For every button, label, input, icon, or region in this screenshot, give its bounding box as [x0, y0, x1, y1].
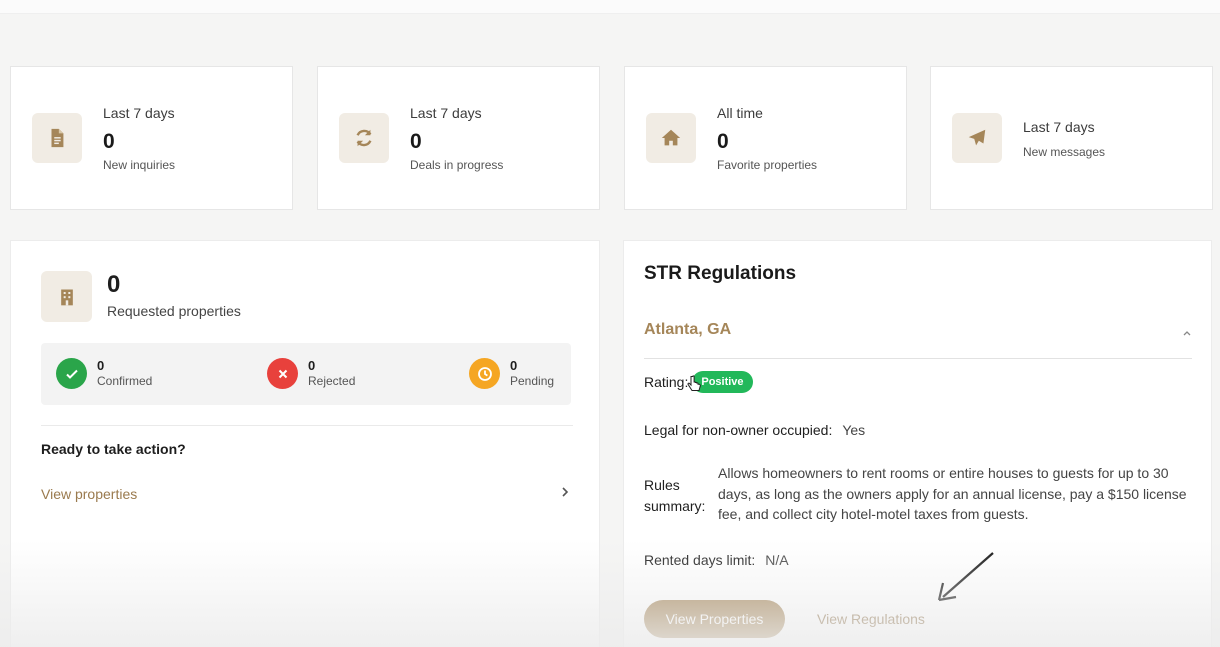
rules-label: Rules summary: [644, 477, 706, 514]
city-accordion-header[interactable]: Atlanta, GA [644, 321, 1192, 359]
status-label: Pending [510, 373, 555, 388]
str-title: STR Regulations [644, 263, 797, 284]
building-icon [41, 271, 92, 322]
rented-days-limit-row: Rented days limit: N/A [644, 552, 789, 568]
status-rejected: 0 Rejected [267, 358, 355, 389]
stat-caption: New inquiries [103, 158, 176, 172]
view-properties-button[interactable]: View Properties [644, 600, 785, 638]
stat-value: 0 [717, 130, 729, 153]
divider [41, 425, 573, 426]
stat-caption: New messages [1023, 145, 1106, 159]
view-properties-label[interactable]: View properties [41, 486, 137, 502]
requested-caption: Requested properties [107, 303, 241, 319]
status-count: 0 [510, 357, 518, 373]
top-bar [0, 0, 1220, 14]
city-name[interactable]: Atlanta, GA [644, 321, 731, 358]
stat-period: All time [717, 105, 763, 121]
status-label: Rejected [308, 373, 356, 388]
status-count: 0 [97, 357, 105, 373]
clock-icon [469, 358, 500, 389]
stat-card-new-inquiries: Last 7 days 0 New inquiries [10, 66, 293, 210]
stat-period: Last 7 days [1023, 119, 1095, 135]
stat-caption: Deals in progress [410, 158, 504, 172]
view-properties-link[interactable]: View properties [41, 485, 571, 503]
refresh-icon [339, 113, 389, 163]
x-icon [267, 358, 298, 389]
paper-plane-icon [952, 113, 1002, 163]
document-icon [32, 113, 82, 163]
stat-value: 0 [103, 130, 115, 153]
stat-period: Last 7 days [103, 105, 175, 121]
limit-value: N/A [765, 552, 789, 568]
requested-properties-panel: 0 Requested properties 0 Confirmed 0 Rej… [10, 240, 600, 647]
legal-row: Legal for non-owner occupied: Yes [644, 422, 865, 438]
rating-label: Rating: [644, 374, 689, 390]
ready-title: Ready to take action? [41, 441, 186, 457]
status-pending: 0 Pending [469, 358, 554, 389]
str-regulations-panel: STR Regulations Atlanta, GA Rating: Posi… [623, 240, 1212, 647]
status-confirmed: 0 Confirmed [56, 358, 152, 389]
home-icon [646, 113, 696, 163]
stat-card-favorite-properties: All time 0 Favorite properties [624, 66, 907, 210]
status-count: 0 [308, 357, 316, 373]
chevron-up-icon[interactable] [1182, 325, 1192, 358]
view-regulations-link[interactable]: View Regulations [817, 611, 925, 627]
limit-label: Rented days limit: [644, 552, 756, 568]
annotation-arrow-icon [937, 552, 994, 602]
chevron-right-icon[interactable] [559, 485, 571, 503]
rules-summary-text: Allows homeowners to rent rooms or entir… [718, 465, 1187, 522]
check-icon [56, 358, 87, 389]
stat-caption: Favorite properties [717, 158, 818, 172]
stat-card-deals-in-progress: Last 7 days 0 Deals in progress [317, 66, 600, 210]
hand-cursor-icon [687, 375, 701, 391]
requested-count: 0 [107, 271, 121, 298]
stat-card-new-messages: Last 7 days New messages [930, 66, 1213, 210]
legal-label: Legal for non-owner occupied: [644, 422, 833, 438]
stat-value: 0 [410, 130, 422, 153]
status-summary: 0 Confirmed 0 Rejected 0 Pending [41, 343, 571, 405]
legal-value: Yes [842, 422, 866, 438]
stat-period: Last 7 days [410, 105, 482, 121]
status-label: Confirmed [97, 373, 153, 388]
